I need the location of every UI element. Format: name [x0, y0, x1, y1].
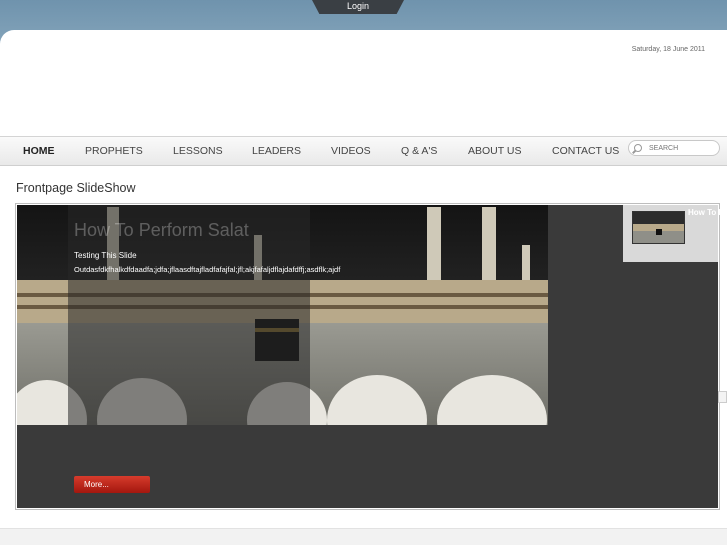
- slide-thumbnail[interactable]: [632, 211, 685, 244]
- nav-item-leaders[interactable]: LEADERS: [252, 137, 301, 165]
- footer-bar: [0, 528, 727, 545]
- nav-item-prophets[interactable]: PROPHETS: [85, 137, 143, 165]
- slide-subtitle: Testing This Slide: [74, 251, 137, 260]
- nav-item-videos[interactable]: VIDEOS: [331, 137, 371, 165]
- current-date: Saturday, 18 June 2011: [631, 46, 705, 53]
- section-title: Frontpage SlideShow: [16, 181, 136, 195]
- search-box[interactable]: [628, 140, 720, 156]
- search-input[interactable]: [649, 142, 717, 154]
- scrollbar-handle[interactable]: [718, 391, 727, 403]
- thumbnail-label[interactable]: How To Perform Salat: [688, 208, 727, 218]
- nav-item-lessons[interactable]: LESSONS: [173, 137, 223, 165]
- nav-item-qas[interactable]: Q & A'S: [401, 137, 437, 165]
- nav-item-about-us[interactable]: ABOUT US: [468, 137, 521, 165]
- search-icon: [634, 144, 642, 152]
- main-navigation: HOME PROPHETS LESSONS LEADERS VIDEOS Q &…: [0, 136, 727, 166]
- nav-item-home[interactable]: HOME: [23, 137, 55, 165]
- login-button[interactable]: Login: [312, 0, 404, 14]
- slide-description: Outdasfdkfhalkdfdaadfa;jdfa;jflaasdftajf…: [74, 265, 341, 274]
- thumbnail-image: [633, 212, 684, 243]
- more-button[interactable]: More...: [74, 476, 150, 493]
- nav-item-contact-us[interactable]: CONTACT US: [552, 137, 619, 165]
- slide-title: How To Perform Salat: [74, 220, 249, 240]
